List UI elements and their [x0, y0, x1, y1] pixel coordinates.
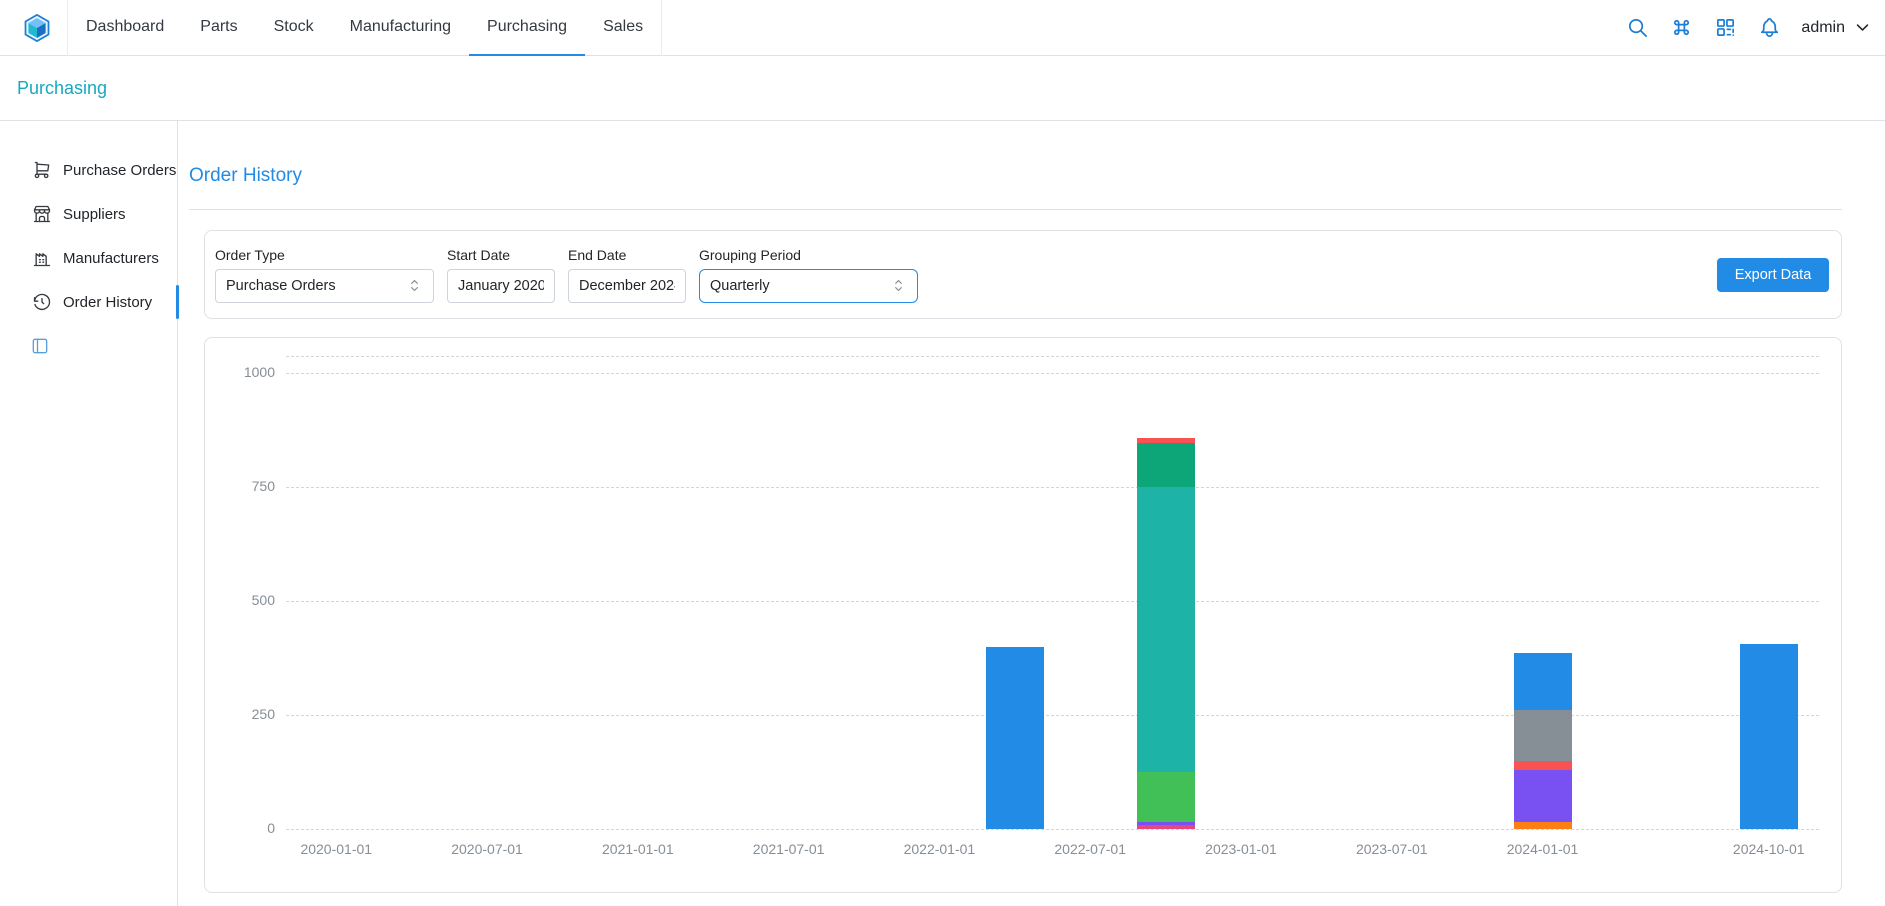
x-axis-tick-label: 2020-07-01 — [432, 841, 542, 857]
factory-icon — [32, 248, 52, 268]
bar-segment — [1514, 822, 1572, 829]
gridline — [286, 373, 1819, 374]
tab-manufacturing[interactable]: Manufacturing — [332, 0, 469, 56]
search-icon[interactable] — [1626, 16, 1649, 39]
tab-dashboard[interactable]: Dashboard — [68, 0, 182, 56]
chart-bar-2024-01-01[interactable] — [1514, 356, 1572, 829]
order-type-select[interactable]: Purchase Orders — [215, 269, 434, 303]
y-axis-tick-label: 1000 — [223, 364, 275, 380]
sidebar-item-label: Manufacturers — [63, 250, 159, 267]
sidebar: Purchase Orders Suppliers Manufacturers Ord… — [0, 121, 178, 906]
inventree-logo[interactable] — [22, 13, 52, 43]
x-axis-tick-label: 2022-01-01 — [884, 841, 994, 857]
sidebar-menu: Purchase Orders Suppliers Manufacturers Ord… — [0, 148, 177, 324]
tab-purchasing[interactable]: Purchasing — [469, 0, 585, 56]
start-date-group: Start Date — [447, 247, 555, 303]
order-type-value: Purchase Orders — [226, 278, 336, 294]
grouping-period-value: Quarterly — [710, 278, 770, 294]
qr-grid-icon[interactable] — [1714, 16, 1737, 39]
bar-segment — [1137, 772, 1195, 822]
filter-panel: Order Type Purchase Orders Start Date En… — [204, 230, 1842, 319]
shopping-cart-icon — [32, 160, 52, 180]
chevron-down-icon — [1854, 19, 1871, 36]
breadcrumb: Purchasing — [0, 56, 1885, 121]
y-axis-tick-label: 0 — [223, 820, 275, 836]
x-axis-tick-label: 2021-01-01 — [583, 841, 693, 857]
bar-segment — [1137, 822, 1195, 826]
bar-segment — [1137, 438, 1195, 443]
x-axis-tick-label: 2024-01-01 — [1488, 841, 1598, 857]
bar-segment — [1514, 761, 1572, 770]
start-date-input[interactable] — [447, 269, 555, 303]
bar-segment — [1137, 443, 1195, 486]
gridline — [286, 356, 1819, 357]
start-date-label: Start Date — [447, 247, 555, 263]
sidebar-item-purchase-orders[interactable]: Purchase Orders — [0, 148, 177, 192]
selector-icon — [406, 277, 423, 294]
x-axis-tick-label: 2024-10-01 — [1714, 841, 1824, 857]
bar-segment — [1740, 644, 1798, 829]
page-body: Purchase Orders Suppliers Manufacturers Ord… — [0, 121, 1885, 906]
bar-segment — [1514, 710, 1572, 760]
gridline — [286, 715, 1819, 716]
bar-segment — [1137, 825, 1195, 829]
x-axis-tick-label: 2023-01-01 — [1186, 841, 1296, 857]
chart-card: 0 250 500 750 1000 2020-01-01 2020-07-01 2021-0… — [204, 337, 1842, 893]
app-header: DashboardPartsStockManufacturingPurchasi… — [0, 0, 1885, 56]
chart-bar-2022-04-01[interactable] — [986, 356, 1044, 829]
chart-bar-2022-10-01[interactable] — [1137, 356, 1195, 829]
bell-icon[interactable] — [1758, 16, 1781, 39]
main-panel: Order History Order Type Purchase Orders… — [178, 121, 1885, 906]
grouping-period-group: Grouping Period Quarterly — [699, 247, 918, 303]
bar-segment — [1137, 487, 1195, 772]
y-axis-tick-label: 750 — [223, 478, 275, 494]
gridline — [286, 601, 1819, 602]
sidebar-item-order-history[interactable]: Order History — [0, 280, 177, 324]
title-divider — [189, 209, 1842, 210]
user-menu[interactable]: admin — [1801, 19, 1871, 37]
main-nav: DashboardPartsStockManufacturingPurchasi… — [67, 0, 662, 56]
gridline — [286, 829, 1819, 830]
collapse-sidebar-icon[interactable] — [30, 336, 50, 356]
breadcrumb-purchasing[interactable]: Purchasing — [17, 78, 107, 99]
tab-stock[interactable]: Stock — [256, 0, 332, 56]
grouping-period-select[interactable]: Quarterly — [699, 269, 918, 303]
page-title: Order History — [189, 165, 1842, 187]
x-axis-tick-label: 2020-01-01 — [281, 841, 391, 857]
sidebar-item-suppliers[interactable]: Suppliers — [0, 192, 177, 236]
building-store-icon — [32, 204, 52, 224]
sidebar-item-label: Order History — [63, 294, 152, 311]
history-icon — [32, 292, 52, 312]
bar-segment — [1514, 653, 1572, 710]
order-type-group: Order Type Purchase Orders — [215, 247, 434, 303]
order-type-label: Order Type — [215, 247, 434, 263]
x-axis-tick-label: 2021-07-01 — [734, 841, 844, 857]
chart-plot — [286, 356, 1819, 829]
header-actions — [1626, 16, 1781, 39]
tab-sales[interactable]: Sales — [585, 0, 661, 56]
grouping-period-label: Grouping Period — [699, 247, 918, 263]
end-date-label: End Date — [568, 247, 686, 263]
username: admin — [1801, 19, 1845, 37]
end-date-group: End Date — [568, 247, 686, 303]
selector-icon — [890, 277, 907, 294]
y-axis-tick-label: 500 — [223, 592, 275, 608]
end-date-input[interactable] — [568, 269, 686, 303]
chart-bar-2024-10-01[interactable] — [1740, 356, 1798, 829]
gridline — [286, 487, 1819, 488]
sidebar-item-label: Suppliers — [63, 206, 126, 223]
export-data-button[interactable]: Export Data — [1717, 258, 1829, 292]
y-axis-tick-label: 250 — [223, 706, 275, 722]
sidebar-item-label: Purchase Orders — [63, 162, 176, 179]
sidebar-item-manufacturers[interactable]: Manufacturers — [0, 236, 177, 280]
x-axis-tick-label: 2023-07-01 — [1337, 841, 1447, 857]
x-axis-tick-label: 2022-07-01 — [1035, 841, 1145, 857]
tab-parts[interactable]: Parts — [182, 0, 255, 56]
bar-segment — [1514, 770, 1572, 822]
command-icon[interactable] — [1670, 16, 1693, 39]
bar-segment — [986, 647, 1044, 829]
